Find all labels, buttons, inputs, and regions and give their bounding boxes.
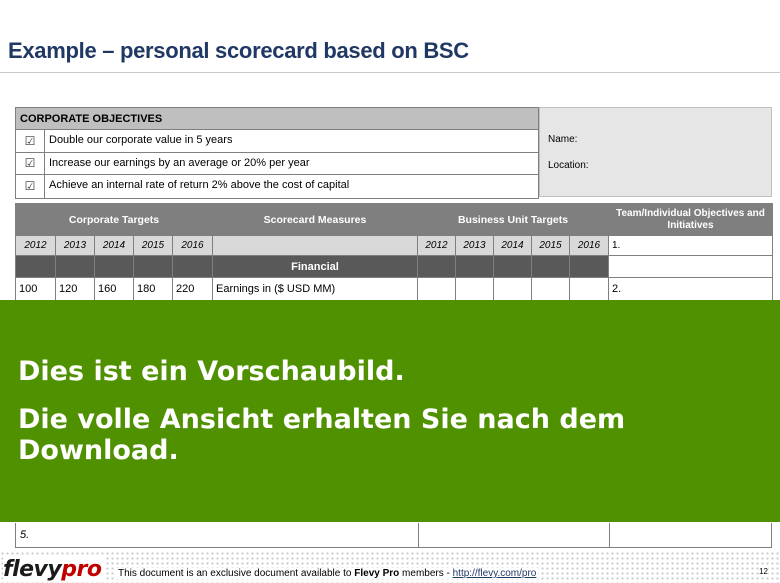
scorecard-table: Corporate Targets Scorecard Measures Bus…: [15, 203, 773, 301]
table-row: 100 120 160 180 220 Earnings in ($ USD M…: [15, 277, 773, 301]
flevy-pro-link[interactable]: http://flevy.com/pro: [453, 568, 537, 579]
bu-target-cell: [531, 277, 570, 301]
bu-target-cell: [417, 277, 456, 301]
year-spacer: [212, 235, 418, 256]
page-title: Example – personal scorecard based on BS…: [8, 38, 469, 63]
footer-text: This document is an exclusive document a…: [116, 568, 539, 579]
objective-row: ☑ Achieve an internal rate of return 2% …: [16, 175, 538, 198]
objective-item: 2.: [608, 277, 773, 301]
section-cell: [55, 255, 95, 278]
value-cell: 220: [172, 277, 213, 301]
year-cell: 2013: [455, 235, 494, 256]
section-cell: [133, 255, 173, 278]
table-row: 5.: [15, 523, 772, 548]
footer-prefix: This document is an exclusive document a…: [118, 568, 355, 579]
value-cell: 160: [94, 277, 134, 301]
flevy-pro-logo: flevypro: [3, 557, 106, 582]
year-cell: 2014: [493, 235, 532, 256]
footer-mid: members -: [399, 568, 453, 579]
year-cell: 2012: [15, 235, 56, 256]
objective-text: Increase our earnings by an average or 2…: [49, 156, 310, 169]
financial-section-label: Financial: [212, 255, 418, 278]
objective-text: Achieve an internal rate of return 2% ab…: [49, 179, 350, 191]
section-cell: [94, 255, 134, 278]
year-cell: 2014: [94, 235, 134, 256]
preview-banner: Dies ist ein Vorschaubild. Die volle Ans…: [0, 300, 780, 522]
year-cell: 2015: [133, 235, 173, 256]
location-label: Location:: [548, 160, 589, 171]
section-cell: [417, 255, 456, 278]
bu-target-cell: [569, 277, 609, 301]
team-objectives-header: Team/Individual Objectives and Initiativ…: [608, 203, 773, 236]
objective-item: 5.: [20, 529, 30, 541]
year-cell: 2015: [531, 235, 570, 256]
name-label: Name:: [548, 134, 578, 145]
objective-item: 1.: [608, 235, 773, 256]
title-divider: [0, 72, 780, 73]
preview-banner-line2: Die volle Ansicht erhalten Sie nach dem …: [18, 404, 626, 466]
checkbox-icon[interactable]: ☑: [16, 152, 45, 174]
value-cell: 100: [15, 277, 56, 301]
preview-banner-line1: Dies ist ein Vorschaubild.: [18, 356, 405, 387]
checkbox-icon[interactable]: ☑: [16, 130, 45, 152]
section-cell: [493, 255, 532, 278]
section-cell: [455, 255, 494, 278]
year-cell: 2016: [172, 235, 213, 256]
bu-target-cell: [455, 277, 494, 301]
value-cell: 120: [55, 277, 95, 301]
bu-target-cell: [493, 277, 532, 301]
corporate-targets-header: Corporate Targets: [15, 203, 213, 236]
measure-cell: Earnings in ($ USD MM): [212, 277, 418, 301]
name-location-box: Name: Location:: [539, 107, 772, 197]
footer-brand: Flevy Pro: [354, 568, 400, 579]
year-cell: 2016: [569, 235, 609, 256]
value-cell: 180: [133, 277, 173, 301]
column-divider: [418, 523, 419, 547]
scorecard-measures-header: Scorecard Measures: [212, 203, 418, 236]
corporate-objectives-box: CORPORATE OBJECTIVES ☑ Double our corpor…: [15, 107, 539, 199]
objective-row: ☑ Increase our earnings by an average or…: [16, 152, 538, 175]
objective-row: ☑ Double our corporate value in 5 years: [16, 130, 538, 153]
checkbox-icon[interactable]: ☑: [16, 175, 45, 198]
page-number: 12: [759, 567, 768, 576]
objective-text: Double our corporate value in 5 years: [49, 134, 233, 146]
section-cell: [15, 255, 56, 278]
column-divider: [609, 523, 610, 547]
year-cell: 2013: [55, 235, 95, 256]
section-cell: [569, 255, 609, 278]
logo-accent: pro: [61, 557, 102, 582]
year-cell: 2012: [417, 235, 456, 256]
logo-main: flevy: [3, 557, 62, 582]
section-cell: [172, 255, 213, 278]
business-unit-targets-header: Business Unit Targets: [417, 203, 609, 236]
objective-item: [608, 255, 773, 278]
section-cell: [531, 255, 570, 278]
corporate-objectives-header: CORPORATE OBJECTIVES: [16, 108, 538, 130]
